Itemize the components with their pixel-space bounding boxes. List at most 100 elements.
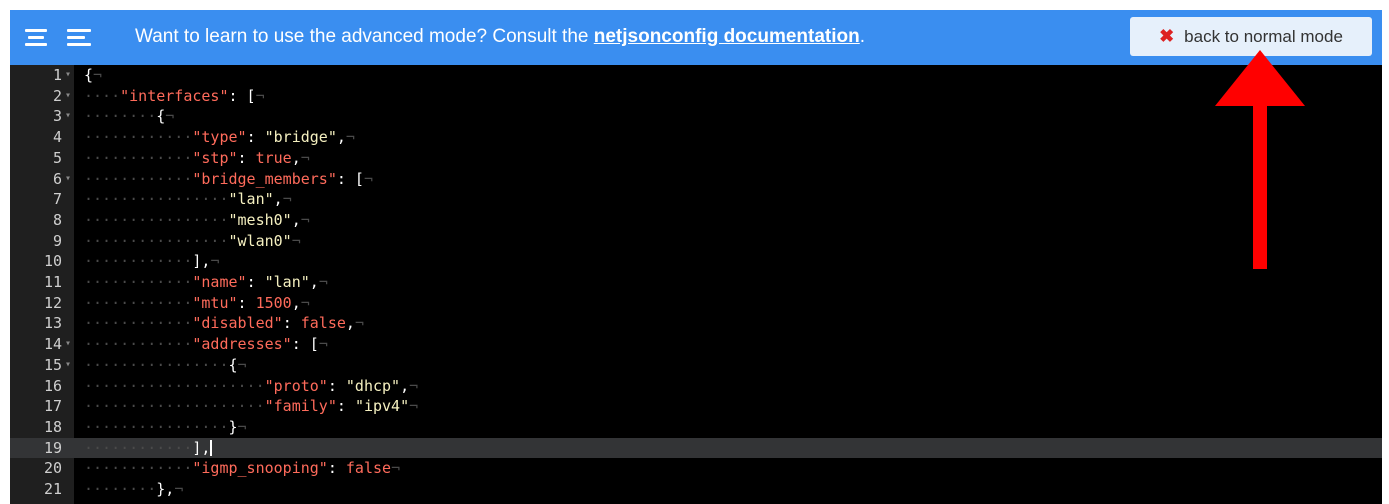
code-token: false: [300, 314, 346, 333]
eol-marker: ¬: [363, 169, 373, 188]
line-number: 3: [52, 107, 62, 126]
line-number: 13: [43, 314, 62, 333]
eol-marker: ¬: [345, 128, 355, 147]
code-line[interactable]: 9 ················"wlan0"¬: [10, 231, 1382, 252]
line-number: 10: [43, 252, 62, 271]
code-line[interactable]: 3 ▾ ········{¬: [10, 106, 1382, 127]
code-token: "lan": [264, 273, 310, 291]
eol-marker: ¬: [174, 480, 184, 498]
code-token: "interfaces": [120, 86, 229, 105]
code-text: ················{¬: [84, 355, 247, 376]
fold-toggle-icon[interactable]: ▾: [65, 334, 71, 355]
code-text: ····················"family": "ipv4"¬: [84, 396, 418, 417]
indent-guides: ············: [84, 252, 193, 271]
code-token: :: [237, 293, 256, 312]
eol-marker: ¬: [255, 86, 265, 105]
indent-guides: ············: [84, 148, 193, 167]
code-text: ················"wlan0"¬: [84, 231, 301, 252]
menu-lines-icon[interactable]: [67, 27, 91, 47]
json-code-editor[interactable]: 1 ▾ {¬ 2 ▾ ····"interfaces": [¬ 3 ▾ ········{¬ 4 ·…: [10, 65, 1382, 504]
code-token: "name": [192, 273, 247, 291]
code-token: ,: [273, 190, 283, 209]
line-number: 9: [52, 231, 62, 250]
code-line[interactable]: 16 ····················"proto": "dhcp",¬: [10, 376, 1382, 397]
eol-marker: ¬: [391, 459, 401, 478]
line-number: 12: [43, 293, 62, 312]
indent-guides: ········: [84, 107, 157, 126]
indent-guides: ········: [84, 480, 157, 498]
code-line[interactable]: 18 ················}¬: [10, 417, 1382, 438]
code-token: true: [255, 148, 292, 167]
code-line[interactable]: 21 ········},¬: [10, 479, 1382, 500]
indent-guides: ············: [84, 128, 193, 147]
fold-toggle-icon[interactable]: ▾: [65, 86, 71, 107]
code-line[interactable]: 10 ············],¬: [10, 251, 1382, 272]
code-line[interactable]: 17 ····················"family": "ipv4"¬: [10, 396, 1382, 417]
code-token: : [: [291, 335, 319, 354]
code-text: ············"addresses": [¬: [84, 334, 328, 355]
code-token: ,: [291, 148, 301, 167]
code-line[interactable]: 12 ············"mtu": 1500,¬: [10, 293, 1382, 314]
eol-marker: ¬: [409, 397, 419, 416]
code-text: ············],¬: [84, 251, 219, 272]
code-text: ············],: [84, 438, 213, 459]
indent-guides: ············: [84, 459, 193, 478]
code-line[interactable]: 4 ············"type": "bridge",¬: [10, 127, 1382, 148]
code-text: ····"interfaces": [¬: [84, 86, 265, 107]
line-number: 2: [52, 86, 62, 105]
back-button-label: back to normal mode: [1184, 26, 1343, 46]
code-line[interactable]: 2 ▾ ····"interfaces": [¬: [10, 86, 1382, 107]
code-token: ,: [400, 376, 410, 395]
documentation-link[interactable]: netjsonconfig documentation: [594, 26, 860, 47]
indent-guides: ············: [84, 314, 193, 333]
code-token: ,: [336, 128, 346, 147]
code-token: "dhcp": [345, 376, 401, 395]
fold-toggle-icon[interactable]: ▾: [65, 106, 71, 127]
hamburger-icon[interactable]: [25, 27, 49, 47]
help-message-text: Want to learn to use the advanced mode? …: [135, 26, 594, 47]
code-token: : [: [336, 169, 364, 188]
code-token: "mtu": [192, 293, 238, 312]
code-line[interactable]: 7 ················"lan",¬: [10, 189, 1382, 210]
line-number: 21: [43, 480, 62, 498]
code-text: ············"disabled": false,¬: [84, 313, 364, 334]
indent-guides: ················: [84, 355, 229, 374]
eol-marker: ¬: [291, 231, 301, 250]
code-line[interactable]: 14 ▾ ············"addresses": [¬: [10, 334, 1382, 355]
code-line[interactable]: 19 ············],: [10, 437, 1382, 459]
code-token: ,: [309, 273, 319, 291]
eol-marker: ¬: [282, 190, 292, 209]
code-token: "addresses": [192, 335, 292, 354]
code-token: 1500: [255, 293, 292, 312]
advanced-mode-bar: Want to learn to use the advanced mode? …: [10, 10, 1382, 65]
code-token: "bridge": [264, 128, 337, 147]
code-line[interactable]: 20 ············"igmp_snooping": false¬: [10, 458, 1382, 479]
line-number: 14: [43, 335, 62, 354]
line-number: 5: [52, 148, 62, 167]
indent-guides: ····················: [84, 397, 265, 416]
indent-guides: ············: [84, 335, 193, 354]
code-line[interactable]: 6 ▾ ············"bridge_members": [¬: [10, 169, 1382, 190]
code-token: ],: [192, 252, 211, 271]
fold-toggle-icon[interactable]: ▾: [65, 169, 71, 190]
eol-marker: ¬: [210, 252, 220, 271]
code-line[interactable]: 13 ············"disabled": false,¬: [10, 313, 1382, 334]
code-token: "ipv4": [354, 397, 410, 416]
line-number: 8: [52, 210, 62, 229]
code-token: :: [327, 376, 346, 395]
code-text: ················"lan",¬: [84, 189, 292, 210]
code-token: },: [156, 480, 175, 498]
code-line[interactable]: 8 ················"mesh0",¬: [10, 210, 1382, 231]
code-line[interactable]: 15 ▾ ················{¬: [10, 355, 1382, 376]
line-number: 17: [43, 397, 62, 416]
eol-marker: ¬: [318, 335, 328, 354]
code-line[interactable]: 11 ············"name": "lan",¬: [10, 272, 1382, 293]
fold-toggle-icon[interactable]: ▾: [65, 65, 71, 86]
code-text: ········{¬: [84, 106, 174, 127]
code-token: "family": [264, 397, 337, 416]
fold-toggle-icon[interactable]: ▾: [65, 355, 71, 376]
close-icon: ✖: [1159, 26, 1175, 46]
code-line[interactable]: 5 ············"stp": true,¬: [10, 148, 1382, 169]
code-token: "wlan0": [228, 231, 292, 250]
code-line[interactable]: 1 ▾ {¬: [10, 65, 1382, 86]
